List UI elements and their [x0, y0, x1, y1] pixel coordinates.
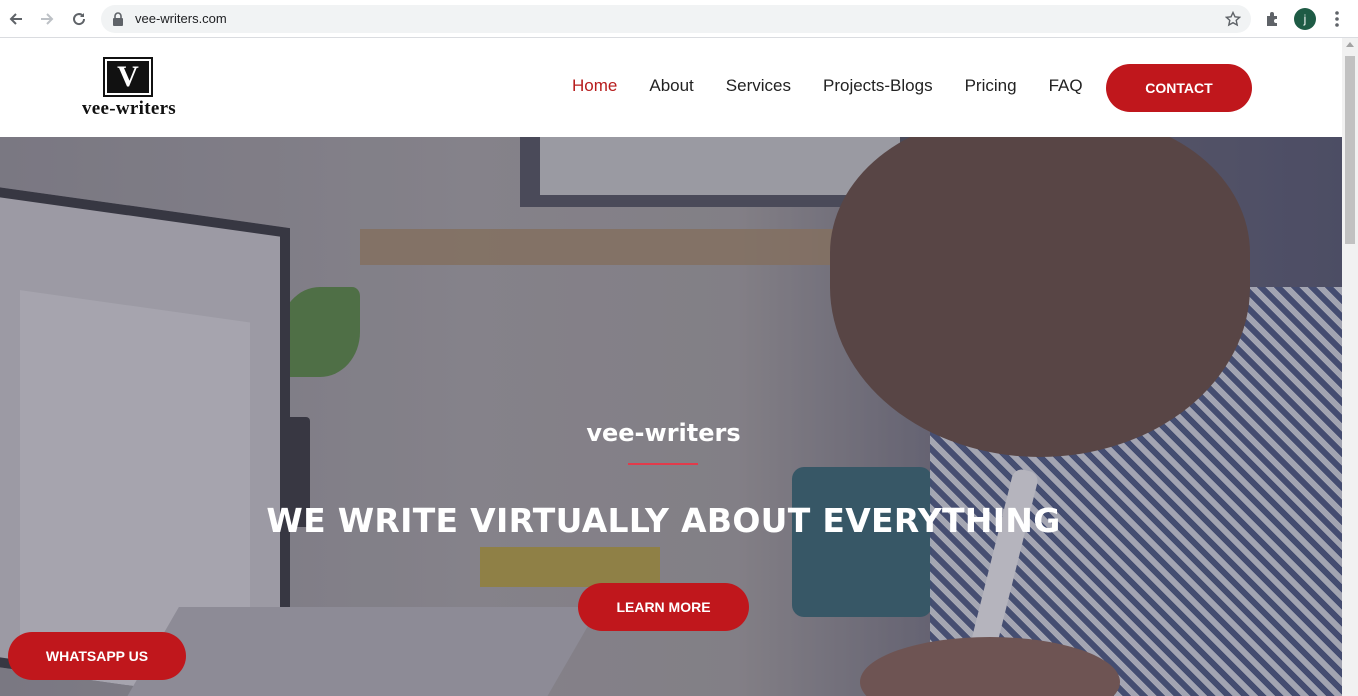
browser-menu-icon[interactable] [1331, 10, 1343, 28]
logo-text: vee-writers [81, 98, 176, 119]
reload-icon[interactable] [68, 8, 90, 30]
url-text: vee-writers.com [135, 11, 227, 26]
scrollbar-thumb[interactable] [1345, 56, 1355, 244]
scroll-up-arrow-icon[interactable] [1346, 42, 1354, 47]
lock-icon [112, 12, 126, 26]
nav-item-pricing[interactable]: Pricing [965, 76, 1017, 96]
forward-icon[interactable] [36, 8, 58, 30]
extensions-puzzle-icon[interactable] [1264, 10, 1282, 28]
whatsapp-button[interactable]: WHATSAPP US [8, 632, 186, 680]
nav-item-projects-blogs[interactable]: Projects-Blogs [823, 76, 933, 96]
hero-subtitle: vee-writers [586, 419, 741, 447]
main-nav: Home About Services Projects-Blogs Prici… [572, 76, 1115, 96]
hero-divider [628, 463, 698, 465]
browser-toolbar: vee-writers.com j [0, 0, 1358, 38]
address-bar[interactable]: vee-writers.com [101, 5, 1251, 33]
nav-item-services[interactable]: Services [726, 76, 791, 96]
bookmark-star-icon[interactable] [1224, 10, 1242, 27]
nav-item-home[interactable]: Home [572, 76, 617, 96]
learn-more-button[interactable]: LEARN MORE [578, 583, 749, 631]
page-scrollbar[interactable] [1342, 38, 1358, 696]
back-icon[interactable] [5, 8, 27, 30]
nav-item-faq[interactable]: FAQ [1049, 76, 1083, 96]
contact-button[interactable]: CONTACT [1106, 64, 1252, 112]
nav-item-about[interactable]: About [649, 76, 693, 96]
logo-mark: V [103, 57, 153, 97]
profile-avatar[interactable]: j [1294, 8, 1316, 30]
hero-content: vee-writers WE WRITE VIRTUALLY ABOUT EVE… [0, 137, 1342, 696]
hero-title: WE WRITE VIRTUALLY ABOUT EVERYTHING [266, 501, 1061, 540]
site-logo[interactable]: V vee-writers [70, 56, 188, 122]
hero-section: vee-writers WE WRITE VIRTUALLY ABOUT EVE… [0, 137, 1342, 696]
site-header: V vee-writers Home About Services Projec… [0, 38, 1342, 137]
